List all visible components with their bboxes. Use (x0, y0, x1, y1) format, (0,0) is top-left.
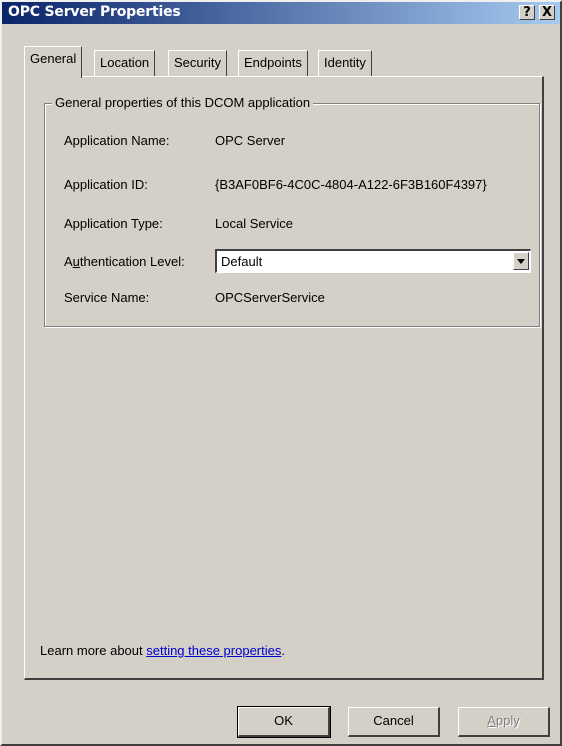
tab-security[interactable]: Security (168, 50, 227, 76)
properties-dialog: OPC Server Properties ? X General Locati… (0, 0, 562, 746)
application-name-value: OPC Server (215, 133, 286, 148)
authentication-level-label: Authentication Level: (64, 254, 185, 269)
application-id-label: Application ID: (64, 177, 148, 192)
application-type-value: Local Service (215, 216, 294, 231)
ok-button[interactable]: OK (237, 706, 331, 738)
application-name-label: Application Name: (64, 133, 170, 148)
chevron-down-icon[interactable] (513, 252, 529, 270)
application-type-label: Application Type: (64, 216, 163, 231)
group-title: General properties of this DCOM applicat… (52, 95, 314, 110)
service-name-value: OPCServerService (215, 290, 325, 305)
close-button[interactable]: X (539, 5, 555, 20)
application-id-value: {B3AF0BF6-4C0C-4804-A122-6F3B160F4397} (215, 177, 487, 192)
learn-more-link[interactable]: setting these properties (146, 643, 281, 658)
tab-endpoints[interactable]: Endpoints (238, 50, 308, 76)
authentication-level-value: Default (221, 254, 263, 269)
service-name-label: Service Name: (64, 290, 150, 305)
apply-button[interactable]: Apply (458, 707, 550, 737)
help-button[interactable]: ? (519, 5, 535, 20)
tab-identity[interactable]: Identity (318, 50, 372, 76)
cancel-button[interactable]: Cancel (348, 707, 440, 737)
authentication-level-select[interactable]: Default (215, 249, 531, 273)
window-title: OPC Server Properties (8, 4, 181, 20)
tab-location[interactable]: Location (94, 50, 156, 76)
learn-more-text: Learn more about setting these propertie… (40, 643, 285, 658)
title-bar[interactable]: OPC Server Properties ? X (2, 2, 560, 24)
tab-general[interactable]: General (24, 46, 83, 78)
